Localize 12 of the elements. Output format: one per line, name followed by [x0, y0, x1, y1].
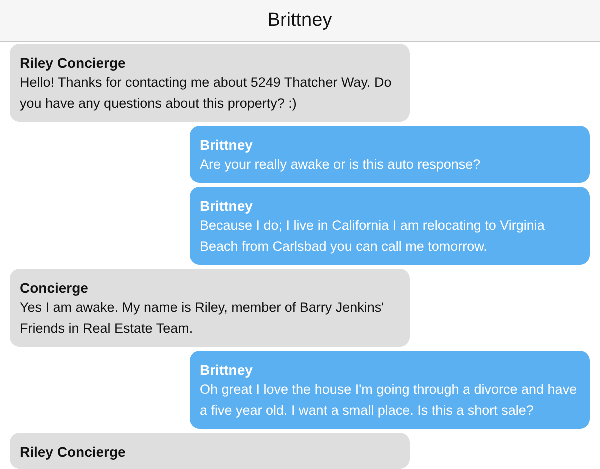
window-title: Brittney: [268, 10, 332, 32]
sender-name: Brittney: [200, 197, 254, 215]
sender-name: Concierge: [20, 279, 90, 297]
sender-name: Brittney: [200, 136, 254, 154]
sender-name: Brittney: [200, 361, 254, 379]
message-text: Because I do; I live in California I am relocating to Virginia Beach from Carlsbad you can call me tomorrow.: [200, 217, 546, 256]
message-text: Yes I am awake. My name is Riley, member of Barry Jenkins' Friends in Real Estate Team.: [20, 299, 386, 338]
message-text: Are your really awake or is this auto response?: [200, 156, 482, 174]
message-text: Hello! Thanks for contacting me about 5249 Thatcher Way. Do you have any questions about this property? :): [20, 74, 393, 113]
sender-name: Riley Concierge: [20, 54, 127, 72]
sender-name: Riley Concierge: [20, 443, 127, 461]
message-text: Oh great I love the house I'm going through a divorce and have a five year old. I want a small place. Is this a short sale?: [200, 381, 578, 420]
